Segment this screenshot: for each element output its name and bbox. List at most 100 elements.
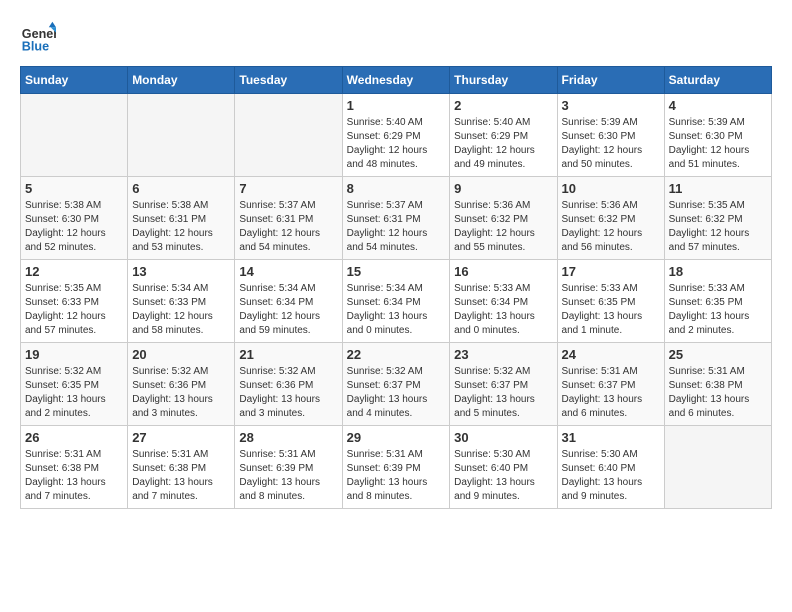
calendar-cell: 3 Sunrise: 5:39 AM Sunset: 6:30 PM Daylig…: [557, 94, 664, 177]
calendar-cell: 27 Sunrise: 5:31 AM Sunset: 6:38 PM Dayli…: [128, 426, 235, 509]
calendar-cell: 30 Sunrise: 5:30 AM Sunset: 6:40 PM Dayli…: [450, 426, 557, 509]
day-info: Sunrise: 5:31 AM Sunset: 6:39 PM Dayligh…: [347, 448, 446, 504]
day-info: Sunrise: 5:39 AM Sunset: 6:30 PM Dayligh…: [669, 116, 767, 172]
day-info: Sunrise: 5:40 AM Sunset: 6:29 PM Dayligh…: [347, 116, 446, 172]
day-number: 18: [669, 264, 767, 279]
day-number: 29: [347, 430, 446, 445]
calendar-cell: [128, 94, 235, 177]
svg-text:Blue: Blue: [22, 40, 49, 54]
day-info: Sunrise: 5:33 AM Sunset: 6:35 PM Dayligh…: [669, 282, 767, 338]
calendar-cell: 24Sunrise: 5:31 AM Sunset: 6:37 PM Dayli…: [557, 343, 664, 426]
day-info: Sunrise: 5:32 AM Sunset: 6:37 PM Dayligh…: [454, 365, 552, 421]
day-info: Sunrise: 5:34 AM Sunset: 6:34 PM Dayligh…: [239, 282, 337, 338]
calendar-cell: 14 Sunrise: 5:34 AM Sunset: 6:34 PM Dayli…: [235, 260, 342, 343]
day-number: 5: [25, 181, 123, 196]
day-info: Sunrise: 5:30 AM Sunset: 6:40 PM Dayligh…: [562, 448, 660, 504]
calendar-cell: 29 Sunrise: 5:31 AM Sunset: 6:39 PM Dayli…: [342, 426, 450, 509]
calendar-cell: 23 Sunrise: 5:32 AM Sunset: 6:37 PM Dayli…: [450, 343, 557, 426]
day-number: 31: [562, 430, 660, 445]
calendar-week-row: 1 Sunrise: 5:40 AM Sunset: 6:29 PM Daylig…: [21, 94, 772, 177]
weekday-header: Sunday: [21, 67, 128, 94]
calendar-cell: 17 Sunrise: 5:33 AM Sunset: 6:35 PM Dayli…: [557, 260, 664, 343]
weekday-header: Saturday: [664, 67, 771, 94]
day-info: Sunrise: 5:33 AM Sunset: 6:34 PM Dayligh…: [454, 282, 552, 338]
day-number: 30: [454, 430, 552, 445]
day-info: Sunrise: 5:36 AM Sunset: 6:32 PM Dayligh…: [562, 199, 660, 255]
day-info: Sunrise: 5:39 AM Sunset: 6:30 PM Dayligh…: [562, 116, 660, 172]
day-number: 15: [347, 264, 446, 279]
calendar-cell: [21, 94, 128, 177]
calendar-cell: 10 Sunrise: 5:36 AM Sunset: 6:32 PM Dayli…: [557, 177, 664, 260]
weekday-header: Monday: [128, 67, 235, 94]
day-number: 4: [669, 98, 767, 113]
calendar-cell: 21 Sunrise: 5:32 AM Sunset: 6:36 PM Dayli…: [235, 343, 342, 426]
day-info: Sunrise: 5:36 AM Sunset: 6:32 PM Dayligh…: [454, 199, 552, 255]
calendar-cell: 26 Sunrise: 5:31 AM Sunset: 6:38 PM Dayli…: [21, 426, 128, 509]
day-number: 16: [454, 264, 552, 279]
day-number: 25: [669, 347, 767, 362]
day-info: Sunrise: 5:32 AM Sunset: 6:36 PM Dayligh…: [132, 365, 230, 421]
calendar-cell: 15 Sunrise: 5:34 AM Sunset: 6:34 PM Dayli…: [342, 260, 450, 343]
calendar-cell: 5 Sunrise: 5:38 AM Sunset: 6:30 PM Daylig…: [21, 177, 128, 260]
calendar-cell: 28 Sunrise: 5:31 AM Sunset: 6:39 PM Dayli…: [235, 426, 342, 509]
day-info: Sunrise: 5:31 AM Sunset: 6:39 PM Dayligh…: [239, 448, 337, 504]
day-number: 21: [239, 347, 337, 362]
calendar-cell: 11Sunrise: 5:35 AM Sunset: 6:32 PM Dayli…: [664, 177, 771, 260]
day-number: 20: [132, 347, 230, 362]
day-info: Sunrise: 5:32 AM Sunset: 6:37 PM Dayligh…: [347, 365, 446, 421]
day-number: 23: [454, 347, 552, 362]
day-info: Sunrise: 5:34 AM Sunset: 6:34 PM Dayligh…: [347, 282, 446, 338]
day-info: Sunrise: 5:35 AM Sunset: 6:32 PM Dayligh…: [669, 199, 767, 255]
calendar-cell: 16 Sunrise: 5:33 AM Sunset: 6:34 PM Dayli…: [450, 260, 557, 343]
day-info: Sunrise: 5:37 AM Sunset: 6:31 PM Dayligh…: [239, 199, 337, 255]
calendar-week-row: 5 Sunrise: 5:38 AM Sunset: 6:30 PM Daylig…: [21, 177, 772, 260]
day-number: 2: [454, 98, 552, 113]
calendar-cell: 9 Sunrise: 5:36 AM Sunset: 6:32 PM Daylig…: [450, 177, 557, 260]
day-info: Sunrise: 5:31 AM Sunset: 6:38 PM Dayligh…: [132, 448, 230, 504]
calendar-cell: 8 Sunrise: 5:37 AM Sunset: 6:31 PM Daylig…: [342, 177, 450, 260]
calendar-cell: 22 Sunrise: 5:32 AM Sunset: 6:37 PM Dayli…: [342, 343, 450, 426]
day-number: 3: [562, 98, 660, 113]
day-number: 22: [347, 347, 446, 362]
calendar-cell: 1 Sunrise: 5:40 AM Sunset: 6:29 PM Daylig…: [342, 94, 450, 177]
day-info: Sunrise: 5:30 AM Sunset: 6:40 PM Dayligh…: [454, 448, 552, 504]
calendar-cell: 2 Sunrise: 5:40 AM Sunset: 6:29 PM Daylig…: [450, 94, 557, 177]
calendar-cell: [235, 94, 342, 177]
calendar-week-row: 12 Sunrise: 5:35 AM Sunset: 6:33 PM Dayli…: [21, 260, 772, 343]
day-number: 8: [347, 181, 446, 196]
day-info: Sunrise: 5:38 AM Sunset: 6:30 PM Dayligh…: [25, 199, 123, 255]
weekday-header: Thursday: [450, 67, 557, 94]
logo-icon: General Blue: [20, 20, 56, 56]
day-info: Sunrise: 5:35 AM Sunset: 6:33 PM Dayligh…: [25, 282, 123, 338]
day-info: Sunrise: 5:31 AM Sunset: 6:38 PM Dayligh…: [25, 448, 123, 504]
day-info: Sunrise: 5:32 AM Sunset: 6:35 PM Dayligh…: [25, 365, 123, 421]
calendar-cell: 13Sunrise: 5:34 AM Sunset: 6:33 PM Dayli…: [128, 260, 235, 343]
logo: General Blue: [20, 20, 62, 56]
calendar-header-row: SundayMondayTuesdayWednesdayThursdayFrid…: [21, 67, 772, 94]
day-number: 28: [239, 430, 337, 445]
day-info: Sunrise: 5:37 AM Sunset: 6:31 PM Dayligh…: [347, 199, 446, 255]
calendar-week-row: 19Sunrise: 5:32 AM Sunset: 6:35 PM Dayli…: [21, 343, 772, 426]
calendar-cell: 20 Sunrise: 5:32 AM Sunset: 6:36 PM Dayli…: [128, 343, 235, 426]
day-number: 12: [25, 264, 123, 279]
day-number: 10: [562, 181, 660, 196]
day-info: Sunrise: 5:40 AM Sunset: 6:29 PM Dayligh…: [454, 116, 552, 172]
day-info: Sunrise: 5:32 AM Sunset: 6:36 PM Dayligh…: [239, 365, 337, 421]
day-number: 1: [347, 98, 446, 113]
day-number: 27: [132, 430, 230, 445]
day-number: 13: [132, 264, 230, 279]
calendar-table: SundayMondayTuesdayWednesdayThursdayFrid…: [20, 66, 772, 509]
day-info: Sunrise: 5:33 AM Sunset: 6:35 PM Dayligh…: [562, 282, 660, 338]
day-number: 17: [562, 264, 660, 279]
day-number: 26: [25, 430, 123, 445]
weekday-header: Friday: [557, 67, 664, 94]
day-number: 9: [454, 181, 552, 196]
calendar-cell: 31 Sunrise: 5:30 AM Sunset: 6:40 PM Dayli…: [557, 426, 664, 509]
page-header: General Blue: [20, 20, 772, 56]
calendar-cell: 7 Sunrise: 5:37 AM Sunset: 6:31 PM Daylig…: [235, 177, 342, 260]
day-number: 14: [239, 264, 337, 279]
day-number: 7: [239, 181, 337, 196]
day-info: Sunrise: 5:31 AM Sunset: 6:38 PM Dayligh…: [669, 365, 767, 421]
calendar-week-row: 26 Sunrise: 5:31 AM Sunset: 6:38 PM Dayli…: [21, 426, 772, 509]
calendar-cell: [664, 426, 771, 509]
